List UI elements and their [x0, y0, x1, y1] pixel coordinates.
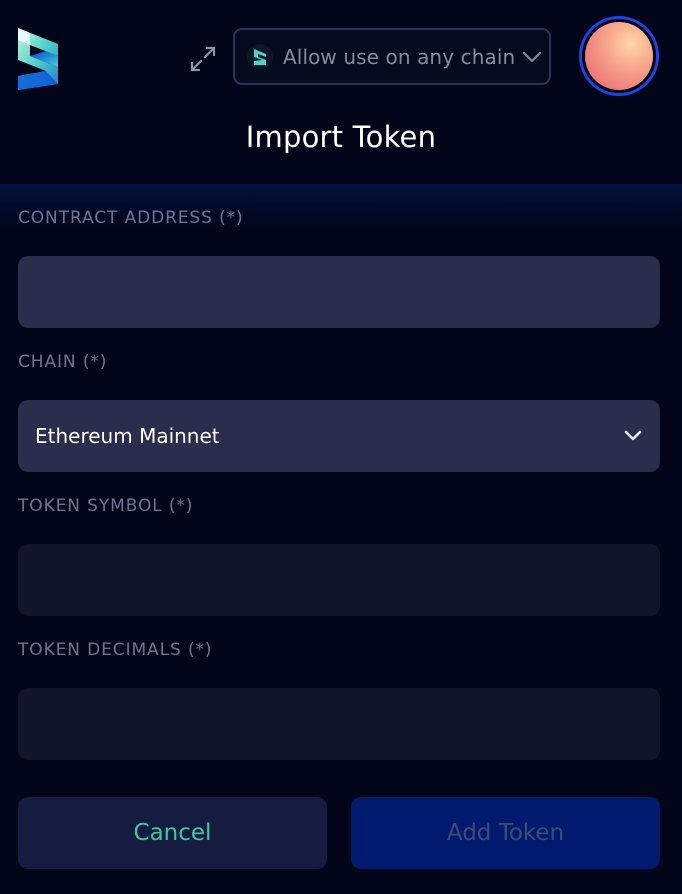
chevron-down-icon: [521, 50, 543, 64]
token-symbol-input[interactable]: [18, 544, 660, 616]
contract-address-label: CONTRACT ADDRESS (*): [18, 208, 244, 228]
header: Allow use on any chain Import Token: [0, 0, 682, 184]
chain-logo-icon: [247, 43, 273, 70]
token-decimals-label: TOKEN DECIMALS (*): [18, 640, 213, 660]
chain-filter-label: Allow use on any chain: [283, 44, 516, 69]
token-symbol-label: TOKEN SYMBOL (*): [18, 496, 194, 516]
subwallet-logo-icon: [14, 26, 64, 92]
avatar: [585, 22, 653, 90]
chain-select[interactable]: Ethereum Mainnet: [18, 400, 660, 472]
cancel-button[interactable]: Cancel: [18, 797, 327, 869]
expand-arrows-icon: [190, 46, 216, 72]
account-avatar-button[interactable]: [579, 16, 659, 96]
chain-label: CHAIN (*): [18, 352, 108, 372]
add-token-button[interactable]: Add Token: [351, 797, 660, 869]
expand-view-button[interactable]: [186, 42, 220, 76]
page-title: Import Token: [245, 120, 437, 154]
chain-filter-select[interactable]: Allow use on any chain: [233, 28, 551, 85]
chevron-down-icon: [623, 427, 643, 446]
token-decimals-input[interactable]: [18, 688, 660, 760]
contract-address-input[interactable]: [18, 256, 660, 328]
chain-select-value: Ethereum Mainnet: [35, 424, 220, 448]
